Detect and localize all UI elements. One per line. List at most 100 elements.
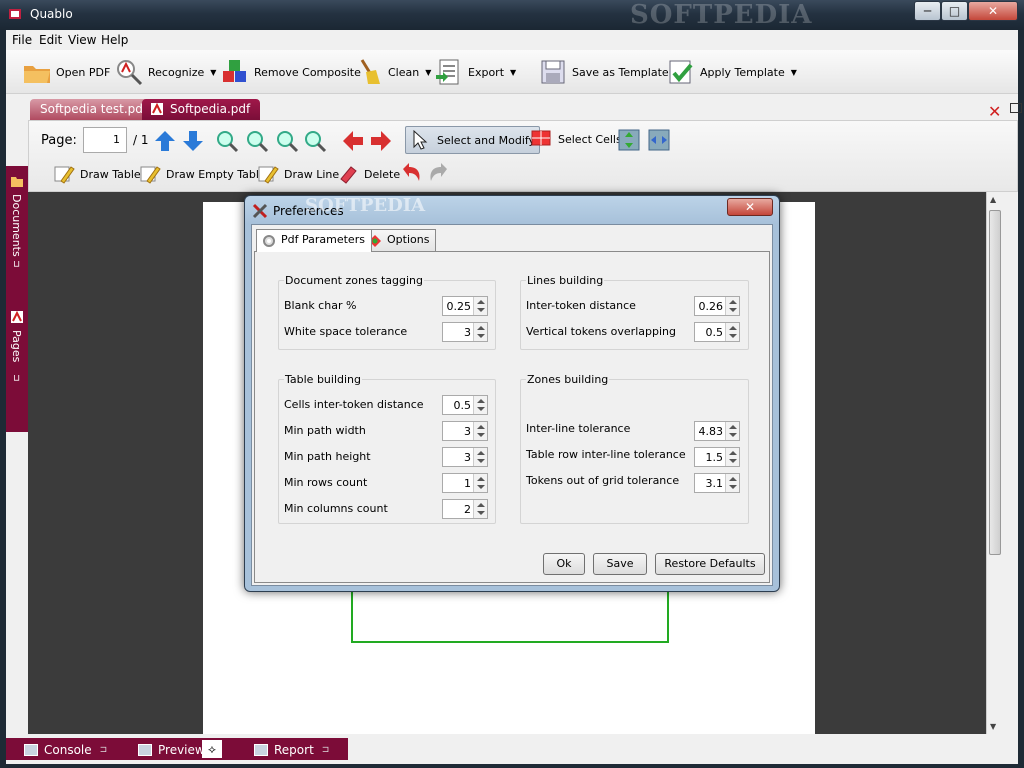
min-rows-label: Min rows count <box>284 476 368 489</box>
bottom-tab-preview[interactable]: Preview <box>138 741 205 759</box>
menu-view[interactable]: View <box>68 33 96 47</box>
next-icon[interactable] <box>369 129 393 153</box>
pin-icon[interactable]: ⊐ <box>11 374 21 382</box>
side-panel-strip: Documents ⊐ Pages ⊐ <box>6 166 28 432</box>
magnifier-pdf-icon <box>117 60 143 86</box>
redo-icon[interactable] <box>427 161 451 185</box>
eraser-icon <box>340 166 357 184</box>
zoom-width-icon[interactable] <box>303 129 327 153</box>
scroll-up-icon[interactable]: ▲ <box>990 195 996 204</box>
scroll-thumb[interactable] <box>989 210 1001 555</box>
split-vertical-icon[interactable] <box>617 128 641 152</box>
dialog-body: Pdf Parameters Options Document zones ta… <box>251 224 773 586</box>
arrow-up-icon[interactable] <box>153 129 177 153</box>
chevron-down-icon[interactable]: ▼ <box>425 68 431 77</box>
minimize-button[interactable]: ─ <box>914 1 941 21</box>
select-cells-button[interactable]: Select Cells <box>531 128 622 150</box>
clean-button[interactable]: Clean ▼ <box>354 55 431 89</box>
zoom-in-icon[interactable] <box>215 129 239 153</box>
page-input[interactable]: 1 <box>83 127 127 153</box>
cursor-icon <box>413 129 428 150</box>
pdf-icon <box>151 102 163 115</box>
tab-softpedia-test[interactable]: Softpedia test.pdf <box>30 99 158 120</box>
inter-token-spinbox[interactable]: 0.26 <box>694 296 740 316</box>
arrow-down-icon[interactable] <box>181 129 205 153</box>
vertical-scrollbar[interactable]: ▲ ▼ <box>986 192 1002 734</box>
broom-icon <box>360 59 380 84</box>
tokens-grid-label: Tokens out of grid tolerance <box>526 474 680 487</box>
tab-pdf-parameters[interactable]: Pdf Parameters <box>256 229 372 252</box>
gear-icon <box>263 235 275 247</box>
vertical-overlap-label: Vertical tokens overlapping <box>526 325 676 338</box>
draw-table-button[interactable]: Draw Table <box>53 163 141 185</box>
apply-template-button[interactable]: Apply Template ▼ <box>666 55 797 89</box>
main-toolbar: Open PDF Recognize ▼ Remove Composite Cl… <box>6 50 1018 94</box>
draw-line-button[interactable]: Draw Line <box>257 163 339 185</box>
save-button[interactable]: Save <box>593 553 647 575</box>
blank-char-label: Blank char % <box>284 299 357 312</box>
min-rows-spinbox[interactable]: 1 <box>442 473 488 493</box>
detected-table-outline[interactable] <box>351 587 669 643</box>
close-tab-icon[interactable]: ✕ <box>988 102 1001 121</box>
inter-line-label: Inter-line tolerance <box>526 422 631 435</box>
restore-defaults-button[interactable]: Restore Defaults <box>655 553 765 575</box>
dialog-close-button[interactable]: ✕ <box>727 198 773 216</box>
title-bar: Quablo SOFTPEDIA ─ □ ✕ <box>0 0 1024 30</box>
save-template-button[interactable]: Save as Template <box>538 55 669 89</box>
white-space-spinbox[interactable]: 3 <box>442 322 488 342</box>
document-tabs: Softpedia test.pdf Softpedia.pdf ✕ <box>28 96 1022 121</box>
folder-icon <box>24 66 50 83</box>
pin-icon[interactable]: ⊐ <box>322 745 330 755</box>
zoom-out-icon[interactable] <box>245 129 269 153</box>
recognize-button[interactable]: Recognize ▼ <box>114 55 216 89</box>
cells-inter-token-spinbox[interactable]: 0.5 <box>442 395 488 415</box>
page-total: / 1 <box>133 133 149 147</box>
side-tab-documents[interactable]: Documents <box>10 194 23 257</box>
preferences-dialog: Preferences SOFTPEDIA ✕ Pdf Parameters O… <box>244 195 780 592</box>
previous-icon[interactable] <box>341 129 365 153</box>
ok-button[interactable]: Ok <box>543 553 585 575</box>
export-button[interactable]: Export ▼ <box>434 55 516 89</box>
maximize-button[interactable]: □ <box>941 1 968 21</box>
min-path-width-label: Min path width <box>284 424 366 437</box>
dialog-watermark: SOFTPEDIA <box>305 195 426 216</box>
side-tab-pages[interactable]: Pages <box>10 330 23 362</box>
blank-char-spinbox[interactable]: 0.25 <box>442 296 488 316</box>
scroll-down-icon[interactable]: ▼ <box>990 722 996 731</box>
monitor-icon <box>24 744 38 756</box>
zoom-fit-icon[interactable] <box>275 129 299 153</box>
menu-edit[interactable]: Edit <box>39 33 62 47</box>
apply-template-icon <box>669 60 693 84</box>
pin-icon[interactable]: ⊐ <box>11 260 21 268</box>
report-icon <box>254 744 268 756</box>
open-pdf-button[interactable]: Open PDF <box>22 55 110 89</box>
min-path-height-label: Min path height <box>284 450 371 463</box>
split-horizontal-icon[interactable] <box>647 128 671 152</box>
remove-composite-button[interactable]: Remove Composite <box>220 55 361 89</box>
delete-button[interactable]: Delete <box>337 163 400 185</box>
tab-options[interactable]: Options <box>362 229 437 251</box>
bottom-tab-console[interactable]: Console ⊐ <box>24 741 107 759</box>
chevron-down-icon[interactable]: ▼ <box>791 68 797 77</box>
table-row-spinbox[interactable]: 1.5 <box>694 447 740 467</box>
undo-icon[interactable] <box>399 161 423 185</box>
vertical-overlap-spinbox[interactable]: 0.5 <box>694 322 740 342</box>
float-window-icon[interactable] <box>1010 103 1022 113</box>
pin-active-icon[interactable]: ⟡ <box>202 740 222 758</box>
menu-file[interactable]: File <box>12 33 32 47</box>
menu-help[interactable]: Help <box>101 33 128 47</box>
select-modify-button[interactable]: Select and Modify <box>405 126 541 154</box>
min-path-height-spinbox[interactable]: 3 <box>442 447 488 467</box>
min-columns-spinbox[interactable]: 2 <box>442 499 488 519</box>
bottom-tab-report[interactable]: Report ⊐ <box>254 741 329 759</box>
inter-line-spinbox[interactable]: 4.83 <box>694 421 740 441</box>
min-path-width-spinbox[interactable]: 3 <box>442 421 488 441</box>
tokens-grid-spinbox[interactable]: 3.1 <box>694 473 740 493</box>
save-template-icon <box>541 60 565 84</box>
draw-empty-table-button[interactable]: Draw Empty Table <box>139 163 266 185</box>
pin-icon[interactable]: ⊐ <box>100 745 108 755</box>
chevron-down-icon[interactable]: ▼ <box>210 68 216 77</box>
close-button[interactable]: ✕ <box>968 1 1018 21</box>
tab-softpedia[interactable]: Softpedia.pdf <box>142 99 261 120</box>
chevron-down-icon[interactable]: ▼ <box>510 68 516 77</box>
